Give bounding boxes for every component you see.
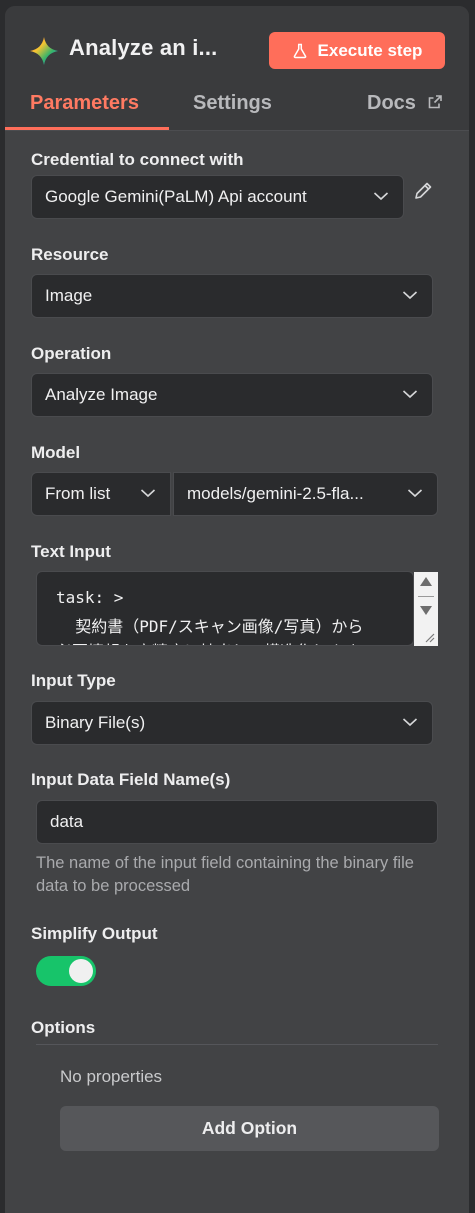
tab-docs[interactable]: Docs [367, 92, 416, 115]
chevron-down-icon [140, 489, 156, 498]
model-value: models/gemini-2.5-fla... [187, 484, 364, 503]
external-link-icon[interactable] [427, 94, 443, 110]
model-mode-value: From list [45, 484, 111, 503]
chevron-down-icon [402, 718, 418, 727]
operation-value: Analyze Image [45, 385, 158, 404]
credential-label: Credential to connect with [31, 150, 244, 169]
resource-label: Resource [31, 245, 109, 264]
code-line: 必要情報を高精度に抽出し、構造化します [56, 638, 360, 645]
operation-label: Operation [31, 344, 112, 363]
chevron-down-icon [407, 489, 423, 498]
execute-step-button[interactable]: Execute step [269, 32, 445, 69]
input-field-name-input[interactable]: data [36, 800, 438, 844]
scroll-down-arrow-icon[interactable] [420, 606, 432, 615]
flask-icon [293, 43, 306, 58]
code-line: 契約書（PDF/スキャン画像/写真）から [56, 617, 364, 636]
model-value-select[interactable]: models/gemini-2.5-fla... [173, 472, 438, 516]
simplify-output-label: Simplify Output [31, 924, 158, 943]
text-input-editor[interactable]: task: > 契約書（PDF/スキャン画像/写真）から 必要情報を高精度に抽出… [36, 571, 414, 646]
resource-value: Image [45, 286, 93, 305]
input-field-label: Input Data Field Name(s) [31, 770, 231, 789]
chevron-down-icon [402, 291, 418, 300]
model-mode-select[interactable]: From list [31, 472, 171, 516]
options-divider [36, 1044, 438, 1045]
model-label: Model [31, 443, 81, 462]
panel-header: Analyze an i... Execute step Parameters … [5, 6, 469, 134]
operation-select[interactable]: Analyze Image [31, 373, 433, 417]
tab-settings[interactable]: Settings [193, 92, 272, 115]
edit-credential-pencil-icon[interactable] [412, 180, 434, 202]
no-properties-text: No properties [60, 1067, 163, 1086]
chevron-down-icon [373, 192, 389, 201]
input-type-select[interactable]: Binary File(s) [31, 701, 433, 745]
code-line: task: > [56, 588, 124, 607]
simplify-output-toggle[interactable] [36, 956, 96, 986]
input-field-value: data [50, 812, 84, 831]
add-option-button[interactable]: Add Option [60, 1106, 439, 1151]
resource-select[interactable]: Image [31, 274, 433, 318]
scroll-up-arrow-icon[interactable] [420, 577, 432, 586]
text-input-label: Text Input [31, 542, 111, 561]
options-label: Options [31, 1018, 96, 1037]
chevron-down-icon [402, 390, 418, 399]
tab-parameters[interactable]: Parameters [30, 92, 139, 115]
node-title[interactable]: Analyze an i... [69, 35, 218, 61]
input-type-value: Binary File(s) [45, 713, 146, 732]
credential-select[interactable]: Google Gemini(PaLM) Api account [31, 175, 404, 219]
toggle-knob [69, 959, 93, 983]
gemini-sparkle-icon [30, 37, 58, 65]
scrollbar-divider [418, 596, 434, 597]
credential-value: Google Gemini(PaLM) Api account [45, 187, 307, 206]
execute-step-label: Execute step [317, 40, 423, 60]
resize-handle-icon[interactable] [423, 631, 435, 643]
input-type-label: Input Type [31, 671, 116, 690]
input-field-hint: The name of the input field containing t… [36, 854, 414, 895]
